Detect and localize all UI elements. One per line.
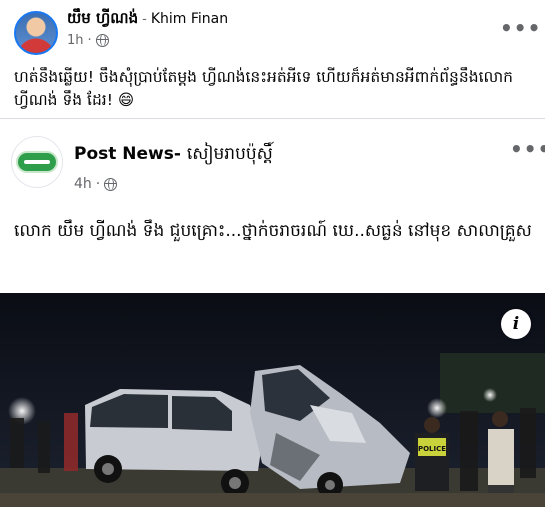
- author-avatar[interactable]: [14, 11, 58, 55]
- post-meta: 1h ·: [67, 33, 109, 48]
- page-logo-mark: [16, 151, 58, 173]
- globe-icon: [104, 177, 118, 191]
- shared-post-time[interactable]: 4h: [74, 176, 92, 192]
- shared-page-name[interactable]: Post News- សៀមរាបប៉ុស្តិ៍: [74, 143, 273, 168]
- author-name-latin[interactable]: Khim Finan: [151, 11, 228, 27]
- shared-post-more-button[interactable]: •••: [510, 139, 545, 159]
- accident-photo-illustration: POLICE: [0, 293, 545, 507]
- globe-icon: [95, 34, 109, 47]
- post-time[interactable]: 1h: [67, 33, 84, 48]
- post-caption: ហត់នឹងឆ្លើយ! ចឹងសុំប្រាប់តែម្តង ហ្វីណង់ន…: [14, 68, 514, 109]
- police-vest-text: POLICE: [418, 445, 446, 453]
- post-header: យឹម ហ្វីណង់ - Khim Finan 1h · •••: [0, 0, 545, 60]
- shared-page-name-latin[interactable]: Post News-: [74, 144, 181, 164]
- shared-post-meta: 4h ·: [74, 176, 118, 192]
- page-logo[interactable]: [11, 136, 63, 188]
- accident-photo[interactable]: POLICE i: [0, 293, 545, 507]
- author-separator: -: [142, 12, 147, 27]
- shared-post-body: លោក យឹម ហ្វីណង់ ទឹង ជួបគ្រោះ...ថ្នាក់ចរា…: [14, 221, 532, 241]
- info-icon[interactable]: i: [501, 309, 531, 339]
- post-more-button[interactable]: •••: [500, 18, 541, 38]
- shared-page-name-khmer[interactable]: សៀមរាបប៉ុស្តិ៍: [187, 144, 273, 164]
- author-row: យឹម ហ្វីណង់ - Khim Finan: [67, 9, 228, 31]
- author-name-khmer[interactable]: យឹម ហ្វីណង់: [67, 9, 138, 31]
- shared-post: Post News- សៀមរាបប៉ុស្តិ៍ ••• 4h · លោក យ…: [0, 118, 545, 507]
